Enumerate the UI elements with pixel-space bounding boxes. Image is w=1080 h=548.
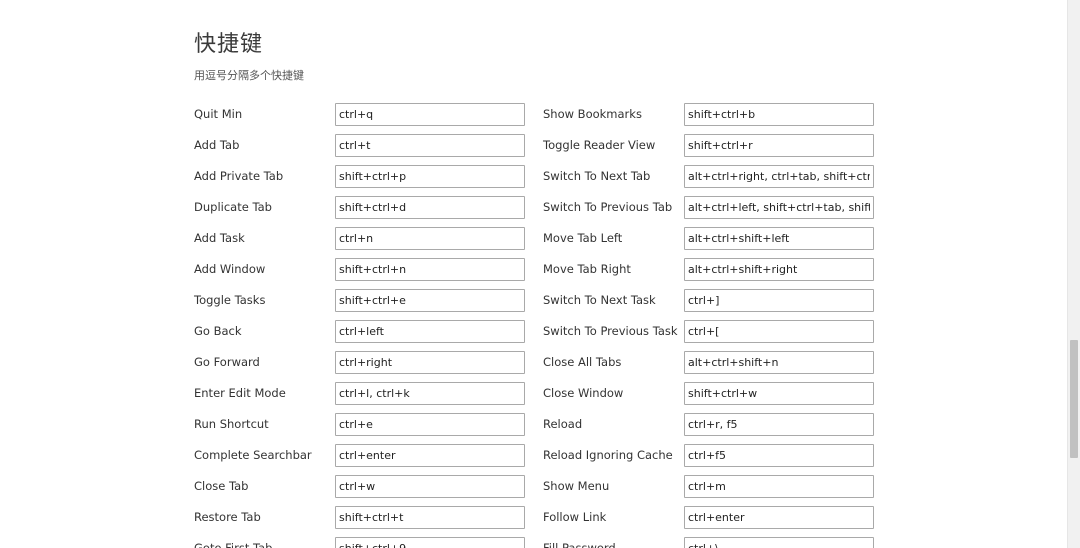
shortcut-label: Follow Link xyxy=(543,510,607,524)
shortcut-label: Restore Tab xyxy=(194,510,261,524)
shortcut-input[interactable] xyxy=(335,134,525,157)
shortcut-label: Move Tab Right xyxy=(543,262,631,276)
shortcut-input[interactable] xyxy=(684,196,874,219)
shortcut-label: Fill Password xyxy=(543,541,616,548)
shortcut-input[interactable] xyxy=(684,134,874,157)
scrollbar-thumb[interactable] xyxy=(1070,340,1078,458)
shortcut-label: Toggle Reader View xyxy=(543,138,656,152)
shortcut-label: Quit Min xyxy=(194,107,243,121)
shortcut-label: Switch To Previous Task xyxy=(543,324,678,338)
shortcut-label: Add Tab xyxy=(194,138,240,152)
shortcut-label: Show Bookmarks xyxy=(543,107,642,121)
shortcut-label: Add Private Tab xyxy=(194,169,284,183)
shortcut-settings-page: 快捷键 用逗号分隔多个快捷键 Quit Min Add Tab Add Privat… xyxy=(0,0,1080,548)
shortcut-label: Complete Searchbar xyxy=(194,448,312,462)
shortcut-input[interactable] xyxy=(335,506,525,529)
shortcut-input[interactable] xyxy=(684,320,874,343)
shortcut-input[interactable] xyxy=(684,227,874,250)
shortcut-input[interactable] xyxy=(335,382,525,405)
shortcut-input[interactable] xyxy=(684,103,874,126)
shortcut-label: Add Task xyxy=(194,231,245,245)
shortcut-label: Switch To Previous Tab xyxy=(543,200,673,214)
shortcut-label: Switch To Next Tab xyxy=(543,169,651,183)
shortcut-input[interactable] xyxy=(335,351,525,374)
shortcut-label: Go Forward xyxy=(194,355,260,369)
shortcut-label: Toggle Tasks xyxy=(194,293,266,307)
shortcut-input[interactable] xyxy=(684,537,874,548)
shortcut-input[interactable] xyxy=(684,351,874,374)
shortcut-label: Close Tab xyxy=(194,479,249,493)
shortcut-input[interactable] xyxy=(684,413,874,436)
shortcut-input[interactable] xyxy=(335,320,525,343)
shortcut-input[interactable] xyxy=(684,165,874,188)
shortcut-input[interactable] xyxy=(335,444,525,467)
shortcut-label: Close All Tabs xyxy=(543,355,622,369)
shortcut-input[interactable] xyxy=(684,506,874,529)
shortcut-label: Run Shortcut xyxy=(194,417,269,431)
shortcut-input[interactable] xyxy=(684,444,874,467)
shortcut-input[interactable] xyxy=(684,289,874,312)
shortcut-label: Duplicate Tab xyxy=(194,200,272,214)
shortcut-label: Add Window xyxy=(194,262,266,276)
vertical-scrollbar[interactable] xyxy=(1067,0,1080,548)
shortcut-label: Goto First Tab xyxy=(194,541,273,548)
shortcut-input[interactable] xyxy=(335,413,525,436)
shortcut-label: Switch To Next Task xyxy=(543,293,656,307)
section-title: 快捷键 xyxy=(194,32,264,57)
shortcut-input[interactable] xyxy=(684,475,874,498)
shortcut-input[interactable] xyxy=(335,227,525,250)
shortcut-label: Enter Edit Mode xyxy=(194,386,286,400)
shortcut-input[interactable] xyxy=(335,537,525,548)
shortcut-input[interactable] xyxy=(335,475,525,498)
shortcut-input[interactable] xyxy=(335,196,525,219)
shortcut-input[interactable] xyxy=(684,382,874,405)
shortcut-label: Reload xyxy=(543,417,583,431)
section-description: 用逗号分隔多个快捷键 xyxy=(194,69,304,82)
shortcut-label: Go Back xyxy=(194,324,242,338)
shortcut-input[interactable] xyxy=(335,258,525,281)
shortcut-input[interactable] xyxy=(335,103,525,126)
shortcut-label: Reload Ignoring Cache xyxy=(543,448,673,462)
shortcut-label: Show Menu xyxy=(543,479,610,493)
shortcut-input[interactable] xyxy=(335,289,525,312)
shortcut-label: Move Tab Left xyxy=(543,231,623,245)
shortcut-input[interactable] xyxy=(335,165,525,188)
shortcut-label: Close Window xyxy=(543,386,624,400)
shortcut-input[interactable] xyxy=(684,258,874,281)
